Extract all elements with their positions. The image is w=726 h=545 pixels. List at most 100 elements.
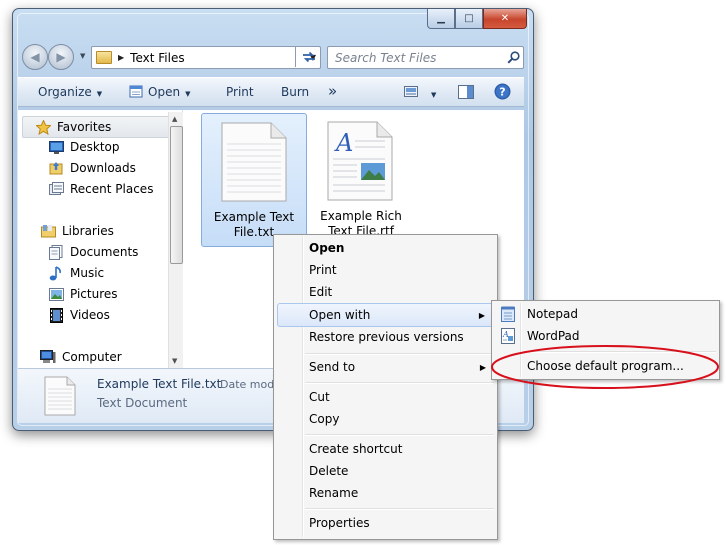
menu-item-properties[interactable]: Properties: [277, 512, 494, 534]
back-arrow-icon: ◀: [30, 50, 40, 64]
menu-label: Cut: [309, 390, 330, 404]
more-commands-button[interactable]: »: [328, 82, 337, 100]
file-name-line1: Example Rich: [320, 209, 402, 223]
print-label: Print: [226, 85, 254, 99]
notepad-icon: [501, 306, 515, 322]
menu-item-open-with[interactable]: Open with ▶: [277, 303, 494, 327]
minimize-button[interactable]: ▁: [427, 9, 455, 29]
nav-label: Favorites: [57, 120, 112, 134]
nav-label: Music: [70, 266, 105, 280]
submenu-item-choose-default-program[interactable]: Choose default program...: [495, 355, 716, 377]
chevron-down-icon: ▼: [185, 90, 191, 98]
menu-separator: [305, 508, 494, 510]
nav-item-libraries[interactable]: Libraries: [40, 221, 114, 241]
caption-buttons: ▁ □ ✕: [427, 9, 527, 29]
menu-item-restore-previous-versions[interactable]: Restore previous versions: [277, 326, 494, 348]
preview-pane-icon: [458, 85, 474, 99]
change-view-button[interactable]: ▼: [404, 86, 436, 100]
menu-label: Restore previous versions: [309, 330, 464, 344]
close-icon: ✕: [500, 13, 510, 24]
nav-label: Recent Places: [70, 182, 154, 196]
search-input[interactable]: Search Text Files: [328, 51, 503, 65]
desktop-icon: [48, 139, 64, 155]
nav-item-videos[interactable]: Videos: [48, 305, 110, 325]
menu-item-open[interactable]: Open: [277, 237, 494, 259]
nav-item-computer[interactable]: Computer: [40, 347, 122, 367]
forward-button[interactable]: ▶: [48, 44, 74, 70]
maximize-icon: □: [464, 13, 474, 24]
nav-label: Libraries: [62, 224, 114, 238]
recent-pages-dropdown[interactable]: ▼: [80, 52, 85, 60]
scroll-down-icon[interactable]: ▼: [172, 357, 177, 365]
search-box[interactable]: Search Text Files: [327, 46, 524, 69]
menu-label: Edit: [309, 285, 333, 299]
menu-separator: [305, 353, 494, 355]
menu-item-create-shortcut[interactable]: Create shortcut: [277, 438, 494, 460]
navigation-pane: Favorites Desktop Downloads Recent Place…: [18, 110, 183, 368]
nav-item-pictures[interactable]: Pictures: [48, 284, 118, 304]
nav-label: Desktop: [70, 140, 120, 154]
menu-item-print[interactable]: Print: [277, 259, 494, 281]
svg-text:A: A: [334, 129, 353, 157]
forward-arrow-icon: ▶: [56, 50, 66, 64]
close-button[interactable]: ✕: [483, 9, 527, 29]
scroll-up-icon[interactable]: ▲: [172, 115, 177, 123]
menu-label: Open: [309, 241, 345, 255]
documents-icon: [48, 244, 64, 260]
back-button[interactable]: ◀: [22, 44, 48, 70]
menu-item-edit[interactable]: Edit: [277, 281, 494, 303]
videos-icon: [48, 307, 64, 323]
chevron-down-icon: ▼: [80, 52, 86, 60]
menu-label: Rename: [309, 486, 359, 500]
nav-label: Documents: [70, 245, 139, 259]
nav-item-downloads[interactable]: Downloads: [48, 158, 136, 178]
address-bar[interactable]: ▶ Text Files ▼: [91, 46, 321, 69]
address-path[interactable]: Text Files: [130, 51, 306, 65]
libraries-icon: [40, 223, 56, 239]
details-file-type: Text Document: [97, 396, 188, 410]
recent-places-icon: [48, 181, 64, 197]
downloads-folder-icon: [48, 160, 64, 176]
star-icon: [35, 119, 51, 135]
menu-label: WordPad: [527, 329, 580, 343]
search-icon[interactable]: [503, 51, 523, 64]
history-buttons: ◀ ▶: [22, 44, 78, 70]
burn-button[interactable]: Burn: [281, 85, 309, 99]
nav-label: Computer: [62, 350, 122, 364]
help-icon: ?: [494, 83, 511, 100]
nav-item-desktop[interactable]: Desktop: [48, 137, 120, 157]
nav-pane-scrollbar[interactable]: ▲ ▼: [168, 112, 183, 368]
menu-label: Send to: [309, 360, 356, 374]
menu-item-send-to[interactable]: Send to ▶: [277, 356, 494, 378]
organize-button[interactable]: Organize ▼: [38, 85, 102, 99]
file-name-line1: Example Text: [213, 210, 295, 224]
menu-label: Notepad: [527, 307, 578, 321]
help-button[interactable]: ?: [494, 83, 511, 103]
nav-item-music[interactable]: Music: [48, 263, 104, 283]
chevron-down-icon: ▼: [96, 90, 103, 98]
nav-item-documents[interactable]: Documents: [48, 242, 138, 262]
refresh-button[interactable]: [295, 46, 322, 67]
file-item-txt[interactable]: Example Text File.txt: [201, 113, 307, 247]
print-button[interactable]: Print: [226, 85, 254, 99]
path-separator-icon[interactable]: ▶: [118, 53, 124, 62]
burn-label: Burn: [281, 85, 310, 99]
menu-item-delete[interactable]: Delete: [277, 460, 494, 482]
preview-pane-button[interactable]: [458, 85, 474, 102]
menu-item-rename[interactable]: Rename: [277, 482, 494, 504]
nav-label: Downloads: [70, 161, 136, 175]
file-item-rtf[interactable]: A Example Rich Text File.rtf: [309, 113, 413, 245]
scrollbar-thumb[interactable]: [170, 126, 183, 264]
submenu-item-notepad[interactable]: Notepad: [495, 303, 716, 325]
maximize-button[interactable]: □: [455, 9, 483, 29]
text-file-icon: [221, 122, 287, 202]
submenu-arrow-icon: ▶: [479, 362, 486, 372]
computer-icon: [40, 349, 56, 365]
open-button[interactable]: Open ▼: [129, 85, 190, 99]
nav-label: Videos: [70, 308, 110, 322]
nav-item-favorites[interactable]: Favorites: [22, 116, 170, 138]
nav-item-recent-places[interactable]: Recent Places: [48, 179, 153, 199]
menu-item-copy[interactable]: Copy: [277, 408, 494, 430]
menu-item-cut[interactable]: Cut: [277, 386, 494, 408]
submenu-item-wordpad[interactable]: A WordPad: [495, 325, 716, 347]
